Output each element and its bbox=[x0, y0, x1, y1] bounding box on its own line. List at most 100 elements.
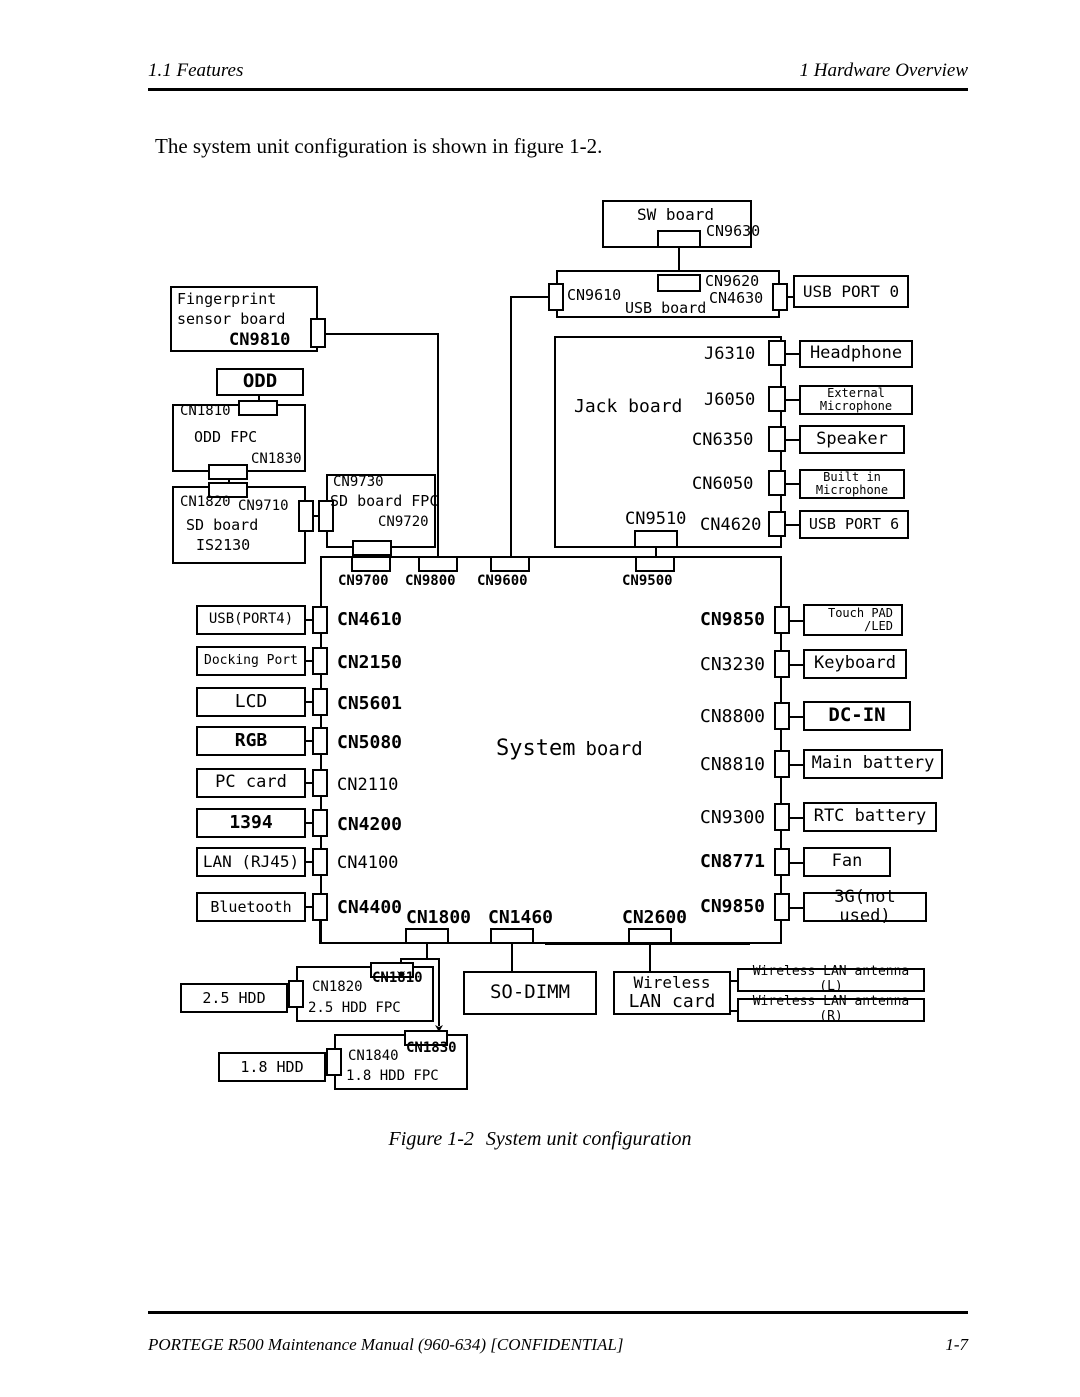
device-usb-port-6: USB PORT 6 bbox=[799, 510, 909, 539]
connector-cn9850-touchpad bbox=[774, 606, 790, 634]
wire-cn8800-dcin bbox=[790, 716, 804, 718]
connector-cn9300-label: CN9300 bbox=[700, 807, 766, 828]
connector-cn4610-label: CN4610 bbox=[337, 609, 403, 630]
device-wlan-antenna-r: Wireless LAN antenna (R) bbox=[737, 995, 925, 1024]
hdd25-fpc-label: 2.5 HDD FPC bbox=[308, 1000, 401, 1016]
connector-cn2600 bbox=[628, 928, 672, 944]
connector-cn9630-label: CN9630 bbox=[706, 222, 761, 240]
hdd18-fpc-label: 1.8 HDD FPC bbox=[346, 1068, 439, 1084]
connector-cn8771-label: CN8771 bbox=[700, 851, 766, 872]
connector-cn9810 bbox=[310, 318, 326, 348]
connector-cn2110-label: CN2110 bbox=[337, 775, 399, 795]
device-main-battery: Main battery bbox=[803, 749, 943, 779]
connector-cn1810-odd bbox=[238, 400, 278, 416]
connector-cn1800-label: CN1800 bbox=[406, 907, 472, 928]
connector-cn8771 bbox=[774, 848, 790, 876]
builtin-microphone-line2: Microphone bbox=[815, 483, 889, 497]
touch-pad-line1: Touch PAD bbox=[827, 605, 893, 620]
jack-board-label: Jack board bbox=[574, 396, 683, 417]
device-hdd25: 2.5 HDD bbox=[180, 983, 288, 1013]
system-board-label-b: board bbox=[585, 738, 643, 760]
connector-cn4100 bbox=[312, 848, 328, 876]
connector-cn9510-label: CN9510 bbox=[625, 509, 687, 529]
connector-cn1800 bbox=[405, 928, 449, 944]
connector-cn4630-label: CN4630 bbox=[709, 289, 764, 307]
device-1394: 1394 bbox=[196, 808, 306, 838]
connector-cn9710-label: CN9710 bbox=[238, 498, 289, 514]
connector-cn9700 bbox=[351, 556, 391, 572]
connector-cn9620-label: CN9620 bbox=[705, 272, 760, 290]
wire-j6310-headphone bbox=[786, 353, 800, 355]
connector-cn1810-odd-label: CN1810 bbox=[180, 403, 231, 419]
wire-cn6050-builtinmic bbox=[786, 483, 800, 485]
connector-cn3230-label: CN3230 bbox=[700, 654, 766, 675]
connector-cn9500 bbox=[635, 556, 675, 572]
arrow-cn1830 bbox=[433, 1020, 445, 1038]
device-external-microphone: External Microphone bbox=[799, 385, 913, 415]
device-hdd18: 1.8 HDD bbox=[218, 1052, 326, 1082]
connector-cn1820-sd-label: CN1820 bbox=[180, 494, 231, 510]
connector-cn1830-odd-label: CN1830 bbox=[251, 451, 302, 467]
connector-cn3230 bbox=[774, 650, 790, 678]
connector-cn2150-label: CN2150 bbox=[337, 652, 403, 673]
device-wireless-lan-card: Wireless LAN card bbox=[613, 971, 731, 1015]
external-microphone-line1: External bbox=[827, 385, 885, 400]
device-touch-pad-led: Touch PAD /LED bbox=[803, 604, 903, 636]
connector-cn9810-label: CN9810 bbox=[229, 330, 291, 350]
connector-cn9500-label: CN9500 bbox=[622, 573, 673, 589]
wire-cn9610-down bbox=[510, 296, 512, 560]
device-dc-in: DC-IN bbox=[803, 701, 911, 731]
connector-cn4400 bbox=[312, 893, 328, 921]
connector-cn2600-label: CN2600 bbox=[622, 907, 688, 928]
device-wlan-antenna-l: Wireless LAN antenna (L) bbox=[737, 965, 925, 994]
connector-j6310 bbox=[768, 340, 786, 366]
fingerprint-sensor-board-line2: sensor board bbox=[177, 310, 286, 328]
connector-cn8810 bbox=[774, 750, 790, 778]
connector-cn4100-label: CN4100 bbox=[337, 853, 399, 873]
connector-cn2150 bbox=[312, 647, 328, 675]
sd-board-line2: IS2130 bbox=[196, 536, 251, 554]
connector-cn9620 bbox=[657, 274, 701, 292]
connector-cn1840-label: CN1840 bbox=[348, 1048, 399, 1064]
wire-cn9810-right bbox=[326, 333, 439, 335]
connector-cn4400-label: CN4400 bbox=[337, 897, 403, 918]
external-microphone-line2: Microphone bbox=[819, 399, 893, 413]
connector-cn1820-hdd-label: CN1820 bbox=[312, 979, 363, 995]
connector-cn4620-label: CN4620 bbox=[700, 515, 762, 535]
device-headphone: Headphone bbox=[799, 340, 913, 368]
connector-cn9700-label: CN9700 bbox=[338, 573, 389, 589]
sd-board-fpc-label: SD board FPC bbox=[330, 492, 439, 510]
connector-j6050 bbox=[768, 386, 786, 412]
footer-rule bbox=[148, 1311, 968, 1314]
connector-cn1810-hdd-label: CN1810 bbox=[372, 970, 423, 986]
wire-cn8810-mainbattery bbox=[790, 764, 804, 766]
system-board-label: System board bbox=[496, 736, 643, 761]
odd-fpc-label: ODD FPC bbox=[194, 428, 258, 446]
footer-left: PORTEGE R500 Maintenance Manual (960-634… bbox=[148, 1335, 624, 1354]
connector-cn9720 bbox=[352, 540, 392, 556]
connector-cn5601-label: CN5601 bbox=[337, 693, 403, 714]
figure-caption: Figure 1-2 System unit configuration bbox=[0, 1128, 1080, 1151]
connector-cn9850-3g-label: CN9850 bbox=[700, 896, 766, 917]
connector-cn6350 bbox=[768, 426, 786, 452]
connector-cn1460-label: CN1460 bbox=[488, 907, 554, 928]
device-lan-rj45: LAN (RJ45) bbox=[196, 847, 306, 877]
connector-cn1840 bbox=[326, 1048, 342, 1076]
connector-cn9610 bbox=[548, 283, 564, 311]
connector-cn6050 bbox=[768, 470, 786, 496]
connector-cn9730-label: CN9730 bbox=[333, 474, 384, 490]
connector-cn9610-label: CN9610 bbox=[567, 286, 622, 304]
connector-cn2110 bbox=[312, 769, 328, 797]
connector-cn1830-odd bbox=[208, 464, 248, 480]
connector-cn9300 bbox=[774, 803, 790, 831]
wire-cn3230-keyboard bbox=[790, 664, 804, 666]
wire-cn9610-left bbox=[510, 296, 549, 298]
touch-pad-line2: /LED bbox=[864, 619, 893, 633]
system-board-label-a: System bbox=[496, 736, 576, 761]
connector-cn8800-label: CN8800 bbox=[700, 706, 766, 727]
connector-cn9510 bbox=[634, 530, 678, 548]
device-speaker: Speaker bbox=[799, 425, 905, 454]
connector-cn5601 bbox=[312, 688, 328, 716]
connector-cn9720-label: CN9720 bbox=[378, 514, 429, 530]
wire-cn1800-to-cn1830 bbox=[438, 958, 440, 1026]
